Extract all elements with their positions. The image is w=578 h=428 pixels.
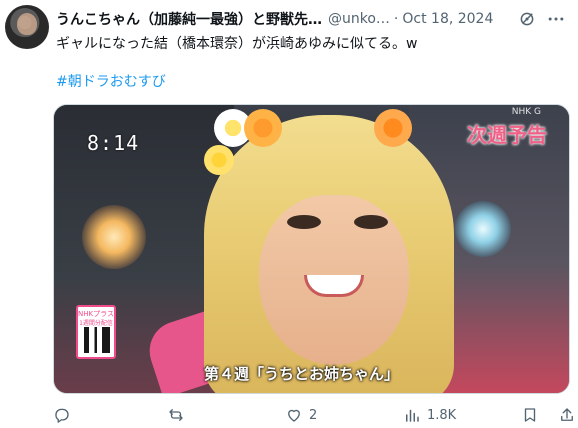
tweet-actions: 2 1.8K: [53, 404, 578, 426]
tweet-text: ギャルになった結（橋本環奈）が浜崎あゆみに似てる。w: [56, 36, 418, 52]
avatar[interactable]: [5, 5, 49, 49]
view-count: 1.8K: [427, 407, 457, 423]
separator-dot: ·: [393, 11, 399, 27]
heart-icon: [288, 409, 300, 422]
more-options-icon[interactable]: [546, 9, 566, 29]
share-button[interactable]: [558, 404, 576, 426]
share-icon: [561, 408, 573, 421]
broadcast-time: 8:14: [87, 131, 140, 155]
repost-icon: [169, 409, 183, 421]
views-chart-icon: [406, 409, 419, 422]
author-name[interactable]: うんこちゃん（加藤純一最強）と野獣先…: [56, 9, 322, 29]
flower-accessory: [244, 109, 282, 147]
reply-icon: [55, 408, 69, 423]
flower-accessory: [204, 145, 234, 175]
reply-button[interactable]: [53, 404, 77, 426]
post-date[interactable]: Oct 18, 2024: [402, 11, 493, 27]
left-eye: [287, 215, 321, 229]
tweet-header: うんこちゃん（加藤純一最強）と野獣先… @unko… · Oct 18, 202…: [56, 8, 566, 30]
stage-light-cool: [455, 201, 511, 257]
views-button[interactable]: 1.8K: [403, 404, 456, 426]
qr-code-icon: [84, 327, 110, 353]
next-week-preview-title: 次週予告: [467, 123, 547, 147]
qr-label-bottom: 1週間分配信: [79, 320, 113, 327]
flower-accessory: [374, 109, 412, 147]
grok-icon[interactable]: [518, 10, 536, 28]
repost-button[interactable]: [167, 404, 191, 426]
episode-subtitle: 第４週「うちとお姉ちゃん」: [204, 365, 400, 383]
bookmark-button[interactable]: [521, 404, 539, 426]
tweet-media-image[interactable]: 8:14 NHK G 次週予告 NHKプラス 1週間分配信 第４週「うちとお姉ち…: [53, 104, 570, 394]
stage-light-warm: [82, 205, 146, 269]
nhk-plus-qr-panel: NHKプラス 1週間分配信: [76, 305, 116, 359]
like-count: 2: [309, 407, 318, 423]
right-eye: [354, 215, 388, 229]
like-button[interactable]: 2: [285, 404, 317, 426]
hashtag-link[interactable]: #朝ドラおむすび: [56, 72, 166, 92]
channel-mark: NHK G: [511, 107, 541, 117]
author-handle[interactable]: @unko…: [328, 11, 390, 27]
bookmark-icon: [524, 408, 536, 422]
